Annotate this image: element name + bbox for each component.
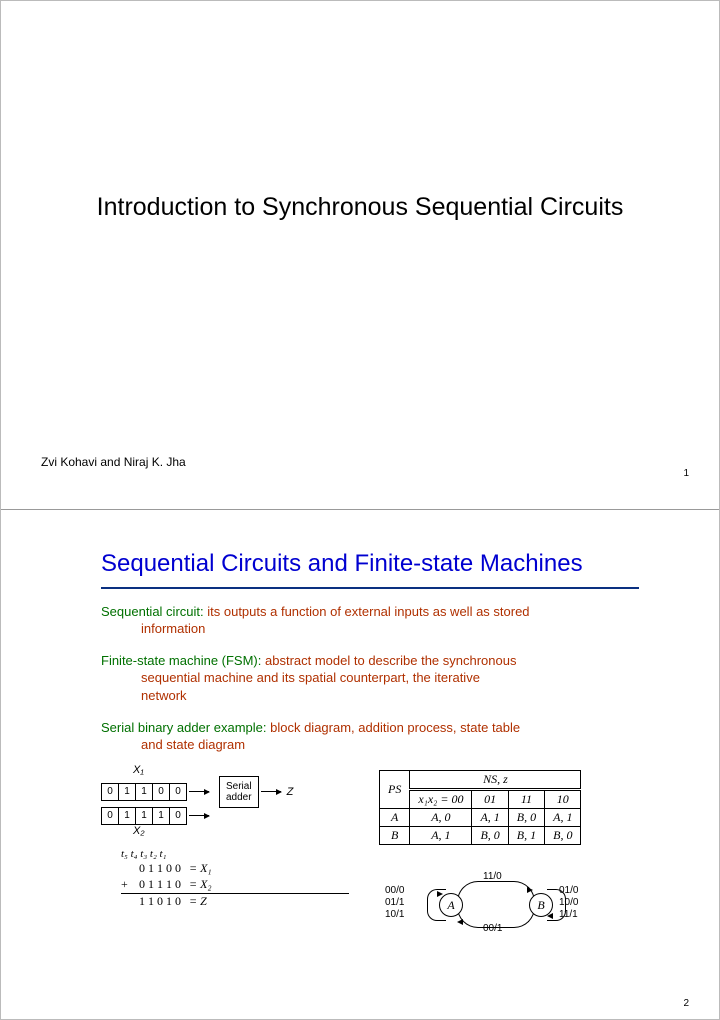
figures-row: X₁ 0 1 1 0 0 Serial adder bbox=[101, 764, 619, 945]
slide2-page-number: 2 bbox=[683, 998, 689, 1009]
edge-label-top: 11/0 bbox=[483, 871, 502, 882]
serial-adder-box: Serial adder bbox=[219, 776, 259, 808]
x1-label: X₁ bbox=[129, 764, 349, 776]
arrow-icon bbox=[261, 791, 281, 792]
slide1-page-number: 1 bbox=[683, 468, 689, 479]
time-header: t₅ t₄ t₃ t₂ t₁ bbox=[121, 847, 349, 861]
arrowhead-icon bbox=[527, 887, 533, 893]
z-label: Z bbox=[283, 786, 298, 798]
bullet-serial-adder: Serial binary adder example: block diagr… bbox=[101, 719, 619, 754]
slide-2: Sequential Circuits and Finite-state Mac… bbox=[1, 510, 719, 1019]
bullet-fsm: Finite-state machine (FSM): abstract mod… bbox=[101, 652, 619, 705]
state-table: PS NS, z x₁x₂ = 00 01 11 10 A A, 0 A, 1 … bbox=[379, 770, 581, 845]
left-figures: X₁ 0 1 1 0 0 Serial adder bbox=[101, 764, 349, 910]
addition-process: t₅ t₄ t₃ t₂ t₁ 0 1 1 0 0 = X₁ + 0 1 1 1 … bbox=[121, 847, 349, 910]
document-page: Introduction to Synchronous Sequential C… bbox=[0, 0, 720, 1020]
ps-header: PS bbox=[380, 770, 410, 808]
state-node-A: A bbox=[439, 893, 463, 917]
desc-cont: sequential machine and its spatial count… bbox=[141, 669, 619, 687]
eq: = X₂ bbox=[189, 877, 212, 893]
title-underline bbox=[101, 587, 639, 589]
x2-label: X₂ bbox=[129, 825, 349, 837]
desc: its outputs a function of external input… bbox=[207, 604, 529, 619]
x1-bits: 0 1 1 0 0 bbox=[139, 861, 181, 877]
slide1-title: Introduction to Synchronous Sequential C… bbox=[41, 191, 679, 224]
plus: + bbox=[121, 877, 131, 893]
eq: = X₁ bbox=[189, 861, 212, 877]
term: Sequential circuit: bbox=[101, 604, 204, 619]
slide1-authors: Zvi Kohavi and Niraj K. Jha bbox=[41, 455, 186, 469]
term: Finite-state machine (FSM): bbox=[101, 653, 261, 668]
state-table-row: B A, 1 B, 0 B, 1 B, 0 bbox=[380, 826, 581, 844]
eq: = Z bbox=[189, 894, 207, 910]
slide2-title: Sequential Circuits and Finite-state Mac… bbox=[101, 550, 679, 579]
x1-bits: 0 1 1 0 0 bbox=[101, 783, 187, 801]
desc-cont: and state diagram bbox=[141, 736, 619, 754]
slide-1: Introduction to Synchronous Sequential C… bbox=[1, 1, 719, 510]
edge-label-bot: 00/1 bbox=[483, 923, 502, 934]
arrowhead-icon bbox=[457, 919, 463, 925]
term: Serial binary adder example: bbox=[101, 720, 266, 735]
desc-cont: information bbox=[141, 620, 619, 638]
desc: block diagram, addition process, state t… bbox=[270, 720, 520, 735]
x2-bits: 0 1 1 1 0 bbox=[101, 807, 187, 825]
self-loop-A-labels: 00/0 01/1 10/1 bbox=[385, 885, 404, 921]
right-figures: PS NS, z x₁x₂ = 00 01 11 10 A A, 0 A, 1 … bbox=[379, 764, 619, 945]
block-diagram: X₁ 0 1 1 0 0 Serial adder bbox=[101, 764, 349, 837]
arrow-icon bbox=[189, 791, 209, 792]
desc: abstract model to describe the synchrono… bbox=[265, 653, 516, 668]
z-bits: 1 1 0 1 0 bbox=[139, 894, 181, 910]
arrow-icon bbox=[189, 815, 209, 816]
self-loop-B-labels: 01/0 10/0 11/1 bbox=[559, 885, 578, 921]
state-node-B: B bbox=[529, 893, 553, 917]
state-diagram: A B 11/0 00/1 00/0 01/1 10/1 01/0 10/0 1… bbox=[379, 865, 619, 945]
x2-bits: 0 1 1 1 0 bbox=[139, 877, 181, 893]
bullet-sequential-circuit: Sequential circuit: its outputs a functi… bbox=[101, 603, 619, 638]
edge-AB-icon bbox=[457, 881, 535, 902]
state-table-row: A A, 0 A, 1 B, 0 A, 1 bbox=[380, 808, 581, 826]
desc-cont2: network bbox=[141, 687, 619, 705]
nsz-header: NS, z bbox=[410, 770, 581, 789]
